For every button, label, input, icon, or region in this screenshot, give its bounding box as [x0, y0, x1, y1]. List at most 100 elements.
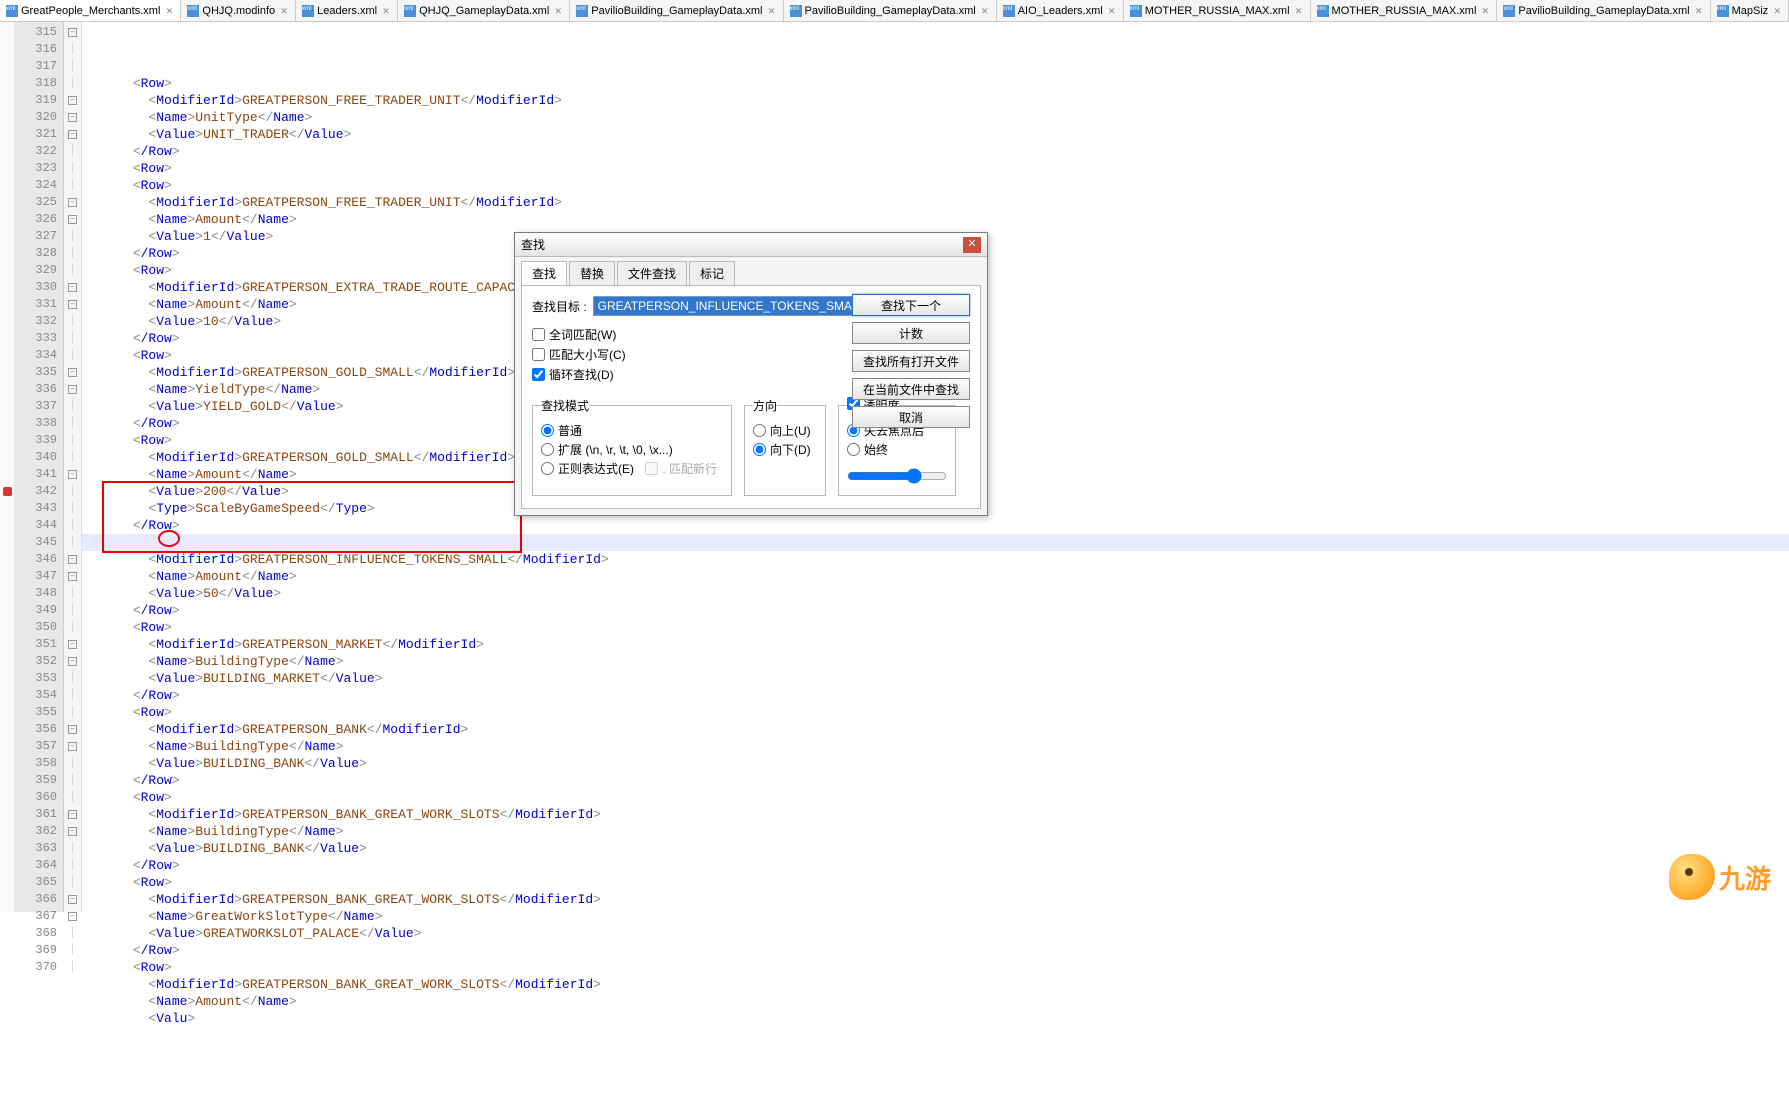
- trans-always-radio[interactable]: 始终: [847, 441, 947, 458]
- fold-toggle-icon[interactable]: −: [68, 725, 77, 734]
- find-tab[interactable]: 替换: [569, 261, 615, 285]
- transparency-slider[interactable]: [847, 468, 947, 484]
- code-line[interactable]: <Row>: [86, 959, 1789, 976]
- code-line[interactable]: <Valu>: [86, 1010, 1789, 1027]
- find-in-current-button[interactable]: 在当前文件中查找: [852, 378, 970, 400]
- fold-toggle-icon[interactable]: −: [68, 657, 77, 666]
- file-tab[interactable]: PavilioBuilding_GameplayData.xml✕: [784, 0, 997, 21]
- find-tab[interactable]: 文件查找: [617, 261, 687, 285]
- fold-toggle-icon[interactable]: −: [68, 300, 77, 309]
- code-line[interactable]: [86, 534, 1789, 551]
- find-tab[interactable]: 查找: [521, 261, 567, 285]
- fold-toggle-icon[interactable]: −: [68, 810, 77, 819]
- cancel-button[interactable]: 取消: [852, 406, 970, 428]
- find-next-button[interactable]: 查找下一个: [852, 294, 970, 316]
- fold-toggle-icon[interactable]: −: [68, 555, 77, 564]
- dir-down-radio[interactable]: 向下(D): [753, 441, 817, 458]
- fold-toggle-icon[interactable]: −: [68, 113, 77, 122]
- code-line[interactable]: <Row>: [86, 619, 1789, 636]
- code-line[interactable]: <Row>: [86, 160, 1789, 177]
- code-line[interactable]: </Row>: [86, 143, 1789, 160]
- code-line[interactable]: </Row>: [86, 772, 1789, 789]
- code-line[interactable]: <ModifierId>GREATPERSON_BANK_GREAT_WORK_…: [86, 891, 1789, 908]
- close-icon[interactable]: ✕: [1772, 6, 1782, 16]
- code-line[interactable]: <ModifierId>GREATPERSON_FREE_TRADER_UNIT…: [86, 92, 1789, 109]
- code-line[interactable]: <Row>: [86, 874, 1789, 891]
- fold-toggle-icon[interactable]: −: [68, 198, 77, 207]
- code-line[interactable]: <Name>Amount</Name>: [86, 211, 1789, 228]
- code-line[interactable]: <Value>50</Value>: [86, 585, 1789, 602]
- close-icon[interactable]: ✕: [381, 6, 391, 16]
- fold-toggle-icon[interactable]: −: [68, 96, 77, 105]
- fold-toggle-icon[interactable]: −: [68, 283, 77, 292]
- fold-toggle-icon[interactable]: −: [68, 572, 77, 581]
- code-line[interactable]: <Name>BuildingType</Name>: [86, 653, 1789, 670]
- code-line[interactable]: <Row>: [86, 789, 1789, 806]
- code-line[interactable]: <Value>BUILDING_BANK</Value>: [86, 840, 1789, 857]
- code-line[interactable]: </Row>: [86, 602, 1789, 619]
- file-tab[interactable]: MapSiz✕: [1711, 0, 1789, 21]
- code-line[interactable]: <Name>Amount</Name>: [86, 993, 1789, 1010]
- file-tab[interactable]: MOTHER_RUSSIA_MAX.xml✕: [1311, 0, 1498, 21]
- fold-toggle-icon[interactable]: −: [68, 895, 77, 904]
- code-line[interactable]: <ModifierId>GREATPERSON_BANK_GREAT_WORK_…: [86, 976, 1789, 993]
- file-tab[interactable]: AIO_Leaders.xml✕: [997, 0, 1124, 21]
- close-icon[interactable]: ✕: [1480, 6, 1490, 16]
- fold-toggle-icon[interactable]: −: [68, 912, 77, 921]
- bookmark-icon[interactable]: [3, 487, 12, 496]
- mode-extended-radio[interactable]: 扩展 (\n, \r, \t, \0, \x...): [541, 441, 723, 458]
- close-icon[interactable]: ✕: [1694, 6, 1704, 16]
- code-line[interactable]: <Row>: [86, 704, 1789, 721]
- code-line[interactable]: <Name>Amount</Name>: [86, 568, 1789, 585]
- file-tab[interactable]: PavilioBuilding_GameplayData.xml✕: [570, 0, 783, 21]
- close-icon[interactable]: ✕: [767, 6, 777, 16]
- code-line[interactable]: <Name>BuildingType</Name>: [86, 738, 1789, 755]
- code-line[interactable]: <ModifierId>GREATPERSON_BANK</ModifierId…: [86, 721, 1789, 738]
- file-tab[interactable]: Leaders.xml✕: [296, 0, 398, 21]
- count-button[interactable]: 计数: [852, 322, 970, 344]
- close-icon[interactable]: ✕: [279, 6, 289, 16]
- close-icon[interactable]: ✕: [164, 6, 174, 16]
- file-tab[interactable]: PavilioBuilding_GameplayData.xml✕: [1497, 0, 1710, 21]
- code-line[interactable]: <ModifierId>GREATPERSON_BANK_GREAT_WORK_…: [86, 806, 1789, 823]
- dir-up-radio[interactable]: 向上(U): [753, 422, 817, 439]
- code-line[interactable]: </Row>: [86, 687, 1789, 704]
- close-icon[interactable]: ✕: [1107, 6, 1117, 16]
- code-line[interactable]: <Value>GREATWORKSLOT_PALACE</Value>: [86, 925, 1789, 942]
- close-icon[interactable]: ✕: [553, 6, 563, 16]
- close-icon[interactable]: ✕: [1294, 6, 1304, 16]
- fold-toggle-icon[interactable]: −: [68, 215, 77, 224]
- code-line[interactable]: <Value>BUILDING_BANK</Value>: [86, 755, 1789, 772]
- fold-toggle-icon[interactable]: −: [68, 827, 77, 836]
- mode-regex-radio[interactable]: 正则表达式(E) . 匹配新行: [541, 460, 723, 477]
- fold-toggle-icon[interactable]: −: [68, 640, 77, 649]
- mode-normal-radio[interactable]: 普通: [541, 422, 723, 439]
- code-line[interactable]: <Row>: [86, 75, 1789, 92]
- fold-toggle-icon[interactable]: −: [68, 368, 77, 377]
- find-dialog-titlebar[interactable]: 查找 ✕: [515, 233, 987, 257]
- code-line[interactable]: <ModifierId>GREATPERSON_INFLUENCE_TOKENS…: [86, 551, 1789, 568]
- close-icon[interactable]: ✕: [980, 6, 990, 16]
- code-line[interactable]: <ModifierId>GREATPERSON_FREE_TRADER_UNIT…: [86, 194, 1789, 211]
- code-line[interactable]: </Row>: [86, 857, 1789, 874]
- code-line[interactable]: <ModifierId>GREATPERSON_MARKET</Modifier…: [86, 636, 1789, 653]
- code-line[interactable]: </Row>: [86, 942, 1789, 959]
- find-all-open-button[interactable]: 查找所有打开文件: [852, 350, 970, 372]
- file-tab[interactable]: GreatPeople_Merchants.xml✕: [0, 0, 181, 21]
- code-line[interactable]: <Value>BUILDING_MARKET</Value>: [86, 670, 1789, 687]
- file-tab[interactable]: QHJQ.modinfo✕: [181, 0, 296, 21]
- fold-toggle-icon[interactable]: −: [68, 130, 77, 139]
- file-tab[interactable]: MOTHER_RUSSIA_MAX.xml✕: [1124, 0, 1311, 21]
- code-line[interactable]: <Row>: [86, 177, 1789, 194]
- code-line[interactable]: <Name>GreatWorkSlotType</Name>: [86, 908, 1789, 925]
- code-line[interactable]: <Value>UNIT_TRADER</Value>: [86, 126, 1789, 143]
- fold-toggle-icon[interactable]: −: [68, 742, 77, 751]
- fold-toggle-icon[interactable]: −: [68, 470, 77, 479]
- code-line[interactable]: </Row>: [86, 517, 1789, 534]
- code-line[interactable]: <Name>BuildingType</Name>: [86, 823, 1789, 840]
- fold-toggle-icon[interactable]: −: [68, 28, 77, 37]
- close-icon[interactable]: ✕: [963, 237, 981, 253]
- find-tab[interactable]: 标记: [689, 261, 735, 285]
- fold-toggle-icon[interactable]: −: [68, 385, 77, 394]
- file-tab[interactable]: QHJQ_GameplayData.xml✕: [398, 0, 570, 21]
